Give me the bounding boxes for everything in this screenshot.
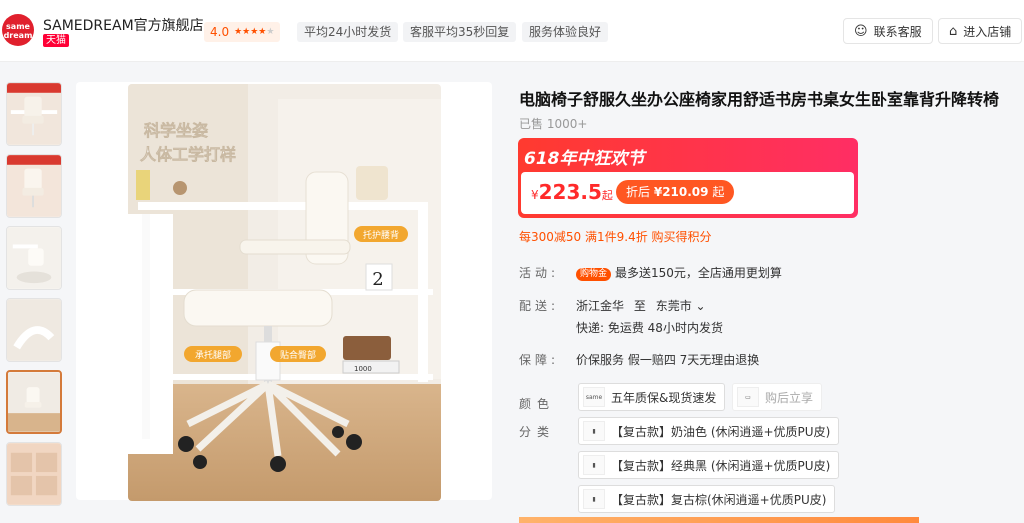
promo-title: 618年中狂欢节 bbox=[524, 149, 645, 169]
shop-header: same dream SAMEDREAM官方旗舰店 天猫 4.0 ★★★★★ 平均… bbox=[0, 0, 1024, 62]
color-option-brown[interactable]: ▮ 【复古款】复古棕(休闲逍遥+优质PU皮) bbox=[578, 485, 836, 513]
thumbnail-3[interactable] bbox=[6, 226, 62, 290]
option-thumb-icon: ▭ bbox=[737, 387, 759, 407]
star-rating-icon: ★★★★★ bbox=[234, 27, 275, 37]
chair-thumb-icon: ▮ bbox=[583, 421, 605, 441]
shop-logo[interactable]: same dream bbox=[2, 14, 34, 46]
thumbnail-2[interactable] bbox=[6, 154, 62, 218]
enter-store-label: 进入店铺 bbox=[963, 24, 1012, 39]
thumbnail-6[interactable] bbox=[6, 442, 62, 506]
color-option-after-purchase: ▭ 购后立享 bbox=[732, 383, 823, 411]
color-option-warranty[interactable]: same 五年质保&现货速发 bbox=[578, 383, 726, 411]
chair-thumb-icon: ▮ bbox=[583, 489, 605, 509]
delivery-destination-select[interactable]: 东莞市 ⌄ bbox=[656, 299, 706, 313]
chair-thumb-icon: ▮ bbox=[583, 455, 605, 475]
overlay-title: 科学坐姿 bbox=[144, 121, 208, 140]
thumbnail-1[interactable] bbox=[6, 82, 62, 146]
overlay-subtitle: 人体工学打样 bbox=[140, 145, 236, 164]
rating-value: 4.0 bbox=[210, 25, 230, 39]
discount-suffix: 起 bbox=[712, 185, 725, 199]
price-box: ¥223.5起 折后 ¥210.09 起 bbox=[521, 172, 854, 214]
shop-rating: 4.0 ★★★★★ bbox=[204, 22, 281, 42]
main-product-image[interactable]: 2 1000 托护腰背 承托腿部 贴合臀部 科学坐姿 人体工学打样 bbox=[128, 84, 441, 501]
price: ¥223.5起 bbox=[531, 180, 613, 204]
delivery-route: 浙江金华 至 东莞市 ⌄ bbox=[576, 297, 706, 314]
activity-value: 购物金 最多送150元，全店通用更划算 bbox=[576, 264, 782, 281]
books-label: 1000 bbox=[354, 365, 372, 373]
delivery-to: 东莞市 bbox=[655, 299, 692, 313]
color-option-cream[interactable]: ▮ 【复古款】奶油色 (休闲逍遥+优质PU皮) bbox=[578, 417, 840, 445]
delivery-to-word: 至 bbox=[633, 299, 646, 313]
thumbnail-5-selected[interactable] bbox=[6, 370, 62, 434]
thumbnail-4[interactable] bbox=[6, 298, 62, 362]
price-suffix: 起 bbox=[601, 189, 613, 202]
delivery-shipping: 快递: 免运费 48小时内发货 bbox=[576, 321, 723, 335]
guarantee-label: 保障: bbox=[519, 353, 560, 367]
store-icon: ⌂ bbox=[949, 23, 958, 39]
discount-prefix: 折后 bbox=[626, 185, 651, 199]
coupon-info[interactable]: 每300减50 满1件9.4折 购买得积分 bbox=[519, 228, 712, 245]
box-number: 2 bbox=[372, 269, 383, 290]
color-option-black[interactable]: ▮ 【复古款】经典黑 (休闲逍遥+优质PU皮) bbox=[578, 451, 840, 479]
shop-name[interactable]: SAMEDREAM官方旗舰店 bbox=[43, 15, 204, 35]
badge-experience: 服务体验良好 bbox=[522, 22, 609, 42]
callout-legs: 承托腿部 bbox=[195, 349, 231, 361]
callout-hips: 贴合臀部 bbox=[280, 349, 316, 361]
callout-back: 托护腰背 bbox=[363, 229, 399, 241]
discount-price: ¥210.09 bbox=[653, 185, 709, 199]
bottom-action-strip bbox=[519, 517, 919, 523]
activity-label: 活动: bbox=[519, 266, 560, 280]
color-option-label: 【复古款】复古棕(休闲逍遥+优质PU皮) bbox=[611, 492, 827, 507]
contact-service-label: 联系客服 bbox=[873, 24, 922, 39]
color-option-label: 【复古款】经典黑 (休闲逍遥+优质PU皮) bbox=[611, 458, 831, 473]
shopping-gold-tag: 购物金 bbox=[576, 268, 612, 281]
color-option-label: 五年质保&现货速发 bbox=[611, 390, 717, 405]
color-label: 颜色分类 bbox=[519, 397, 556, 439]
badge-service-reply: 客服平均35秒回复 bbox=[403, 22, 517, 42]
contact-service-button[interactable]: ☺ 联系客服 bbox=[843, 18, 933, 44]
delivery-from: 浙江金华 bbox=[576, 299, 625, 313]
option-thumb-icon: same bbox=[583, 387, 605, 407]
enter-store-button[interactable]: ⌂ 进入店铺 bbox=[938, 18, 1023, 44]
price-value: 223.5 bbox=[538, 180, 602, 204]
discount-price-badge: 折后 ¥210.09 起 bbox=[616, 180, 735, 204]
price-currency: ¥ bbox=[531, 188, 539, 202]
sold-count: 已售 1000+ bbox=[519, 117, 588, 131]
badge-shipping: 平均24小时发货 bbox=[297, 22, 399, 42]
promo-panel: 618年中狂欢节 ¥223.5起 折后 ¥210.09 起 bbox=[518, 138, 858, 218]
activity-text: 最多送150元，全店通用更划算 bbox=[615, 266, 782, 280]
platform-tag: 天猫 bbox=[43, 34, 69, 47]
chevron-down-icon: ⌄ bbox=[695, 299, 706, 313]
guarantee-text: 价保服务 假一赔四 7天无理由退换 bbox=[576, 353, 760, 367]
color-option-label: 购后立享 bbox=[765, 390, 814, 405]
product-title: 电脑椅子舒服久坐办公座椅家用舒适书房书桌女生卧室靠背升降转椅 bbox=[519, 90, 1000, 109]
color-option-label: 【复古款】奶油色 (休闲逍遥+优质PU皮) bbox=[611, 424, 831, 439]
delivery-label: 配送: bbox=[519, 299, 560, 313]
chat-icon: ☺ bbox=[854, 23, 868, 39]
